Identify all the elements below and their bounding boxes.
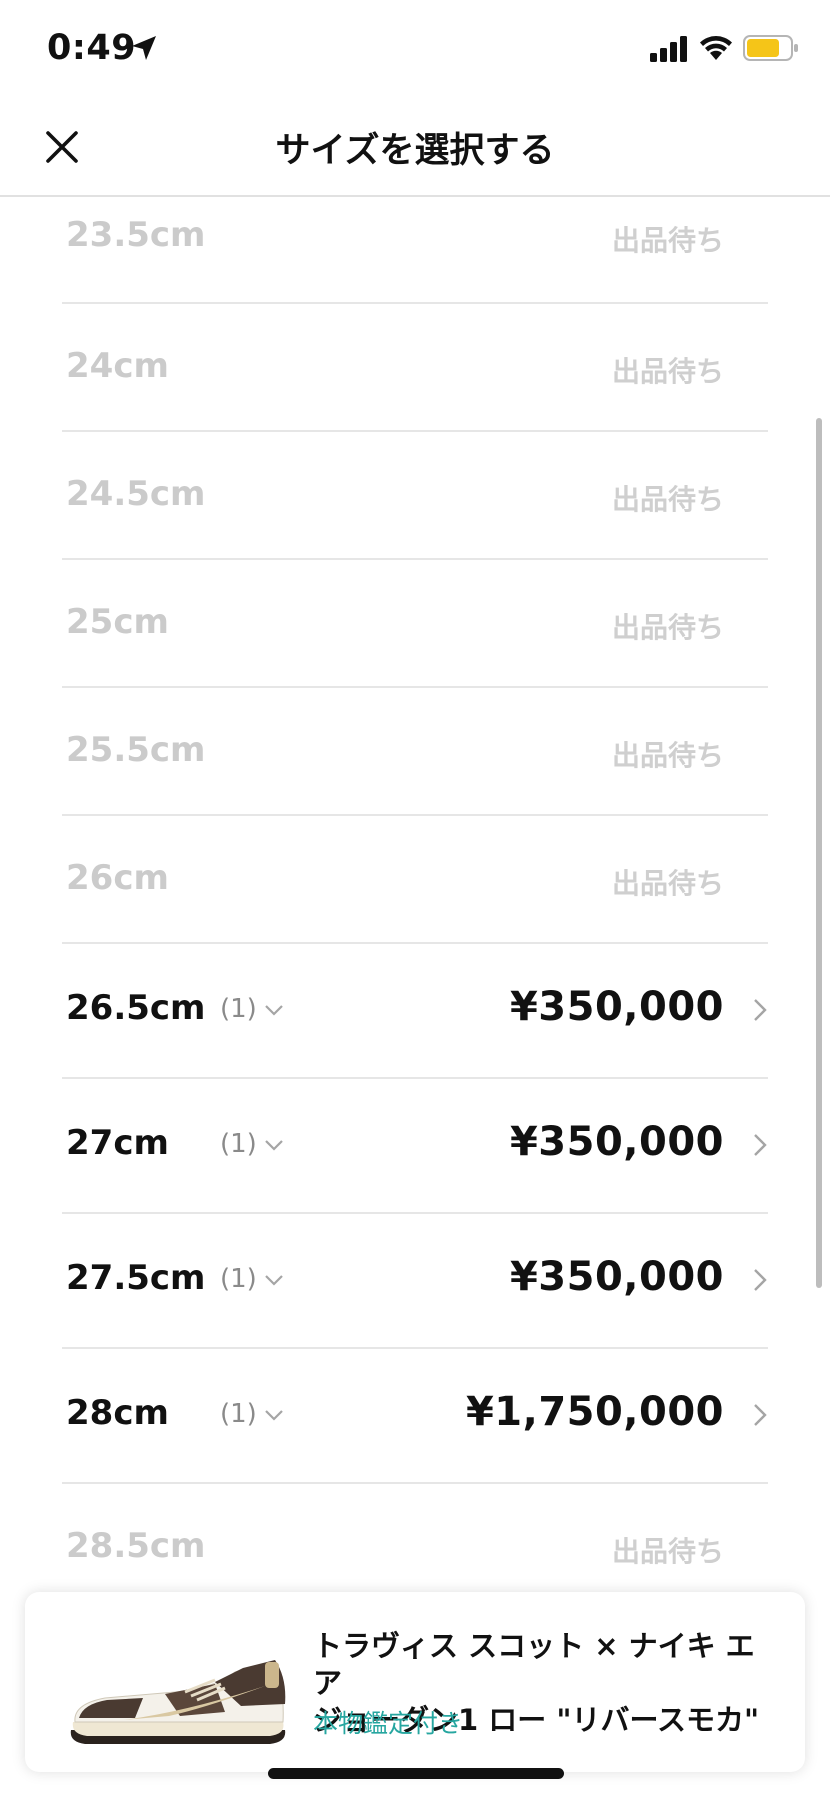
product-name-line-1: トラヴィス スコット × ナイキ エア xyxy=(313,1629,755,1700)
listing-count[interactable]: (1) xyxy=(220,994,257,1024)
price-label: ¥350,000 xyxy=(509,1254,724,1300)
listing-count[interactable]: (1) xyxy=(220,1264,257,1294)
status-time: 0:49 xyxy=(47,28,137,68)
listing-count[interactable]: (1) xyxy=(220,1129,257,1159)
chevron-right-icon[interactable] xyxy=(752,1132,768,1158)
size-label: 26.5cm xyxy=(66,988,206,1028)
size-label: 26cm xyxy=(66,858,169,898)
price-label: ¥350,000 xyxy=(509,1119,724,1165)
header: サイズを選択する xyxy=(0,100,830,197)
size-label: 28.5cm xyxy=(66,1526,206,1566)
size-label: 23.5cm xyxy=(66,215,206,255)
size-label: 28cm xyxy=(66,1393,169,1433)
location-arrow-icon xyxy=(132,36,156,60)
awaiting-listing-label: 出品待ち xyxy=(611,611,724,644)
size-row-27-5[interactable]: 27.5cm (1) ¥350,000 xyxy=(62,1214,768,1349)
status-bar: 0:49 xyxy=(0,0,830,100)
chevron-right-icon[interactable] xyxy=(752,1267,768,1293)
size-row-25-5: 25.5cm 出品待ち xyxy=(62,688,768,816)
chevron-down-icon[interactable] xyxy=(264,1274,284,1286)
home-indicator xyxy=(268,1768,564,1779)
price-label: ¥1,750,000 xyxy=(465,1389,724,1435)
size-row-24-5: 24.5cm 出品待ち xyxy=(62,432,768,560)
size-row-24: 24cm 出品待ち xyxy=(62,304,768,432)
awaiting-listing-label: 出品待ち xyxy=(611,867,724,900)
page-title: サイズを選択する xyxy=(275,131,555,171)
size-label: 24.5cm xyxy=(66,474,206,514)
scrollbar[interactable] xyxy=(816,418,822,1288)
size-row-27[interactable]: 27cm (1) ¥350,000 xyxy=(62,1079,768,1214)
product-card[interactable]: トラヴィス スコット × ナイキ エア ジョーダン1 ロー "リバースモカ" 本… xyxy=(25,1592,805,1772)
chevron-down-icon[interactable] xyxy=(264,1409,284,1421)
cellular-signal-icon xyxy=(650,36,687,62)
awaiting-listing-label: 出品待ち xyxy=(611,355,724,388)
chevron-down-icon[interactable] xyxy=(264,1004,284,1016)
size-label: 27cm xyxy=(66,1123,169,1163)
size-label: 24cm xyxy=(66,346,169,386)
chevron-down-icon[interactable] xyxy=(264,1139,284,1151)
awaiting-listing-label: 出品待ち xyxy=(611,224,724,257)
chevron-right-icon[interactable] xyxy=(752,997,768,1023)
size-row-28[interactable]: 28cm (1) ¥1,750,000 xyxy=(62,1349,768,1484)
listing-count[interactable]: (1) xyxy=(220,1399,257,1429)
sneaker-image xyxy=(70,1660,286,1744)
size-label: 25.5cm xyxy=(66,730,206,770)
awaiting-listing-label: 出品待ち xyxy=(611,1535,724,1568)
chevron-right-icon[interactable] xyxy=(752,1402,768,1428)
size-row-23-5: 23.5cm 出品待ち xyxy=(62,195,768,304)
size-label: 27.5cm xyxy=(66,1258,206,1298)
authenticity-label: 本物鑑定付き xyxy=(313,1709,464,1738)
awaiting-listing-label: 出品待ち xyxy=(611,483,724,516)
size-row-26-5[interactable]: 26.5cm (1) ¥350,000 xyxy=(62,944,768,1079)
size-row-25: 25cm 出品待ち xyxy=(62,560,768,688)
awaiting-listing-label: 出品待ち xyxy=(611,739,724,772)
price-label: ¥350,000 xyxy=(509,984,724,1030)
size-label: 25cm xyxy=(66,602,169,642)
size-row-26: 26cm 出品待ち xyxy=(62,816,768,944)
battery-icon xyxy=(743,35,798,61)
wifi-icon xyxy=(700,36,732,60)
